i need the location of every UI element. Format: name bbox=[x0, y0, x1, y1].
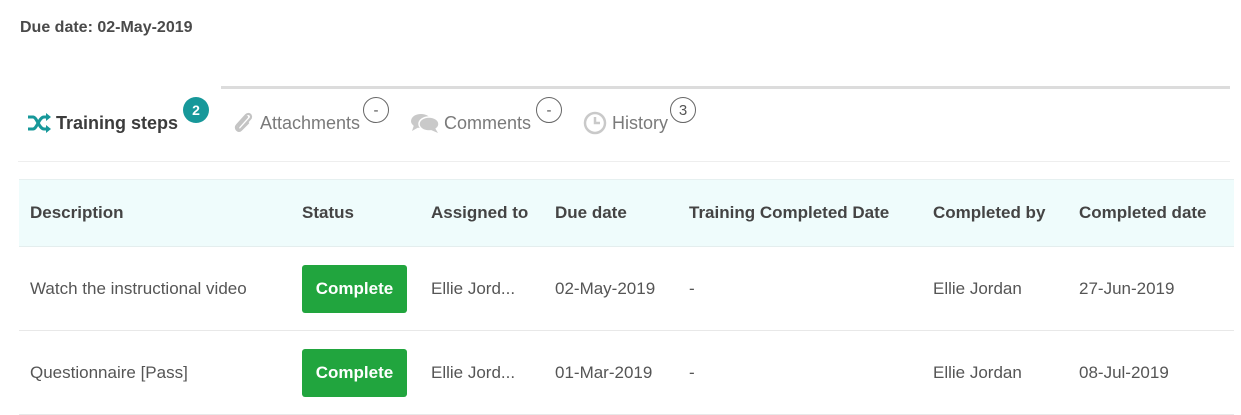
training-completed-date-cell: - bbox=[689, 278, 695, 298]
status-cell: Complete bbox=[302, 331, 407, 414]
tab-attachments[interactable]: Attachments bbox=[230, 111, 360, 135]
tab-bar: Training steps 2 Attachments - Comments … bbox=[18, 86, 1230, 162]
clock-icon bbox=[582, 111, 608, 135]
due-date-cell: 02-May-2019 bbox=[555, 278, 656, 298]
tab-history[interactable]: History bbox=[582, 111, 668, 135]
tab-label: Training steps bbox=[56, 112, 179, 133]
description-cell: Watch the instructional video bbox=[30, 278, 247, 298]
tab-count-badge: 2 bbox=[183, 97, 209, 123]
completed-date-cell: 08-Jul-2019 bbox=[1079, 362, 1169, 382]
tab-label: History bbox=[612, 112, 669, 133]
tab-label: Attachments bbox=[260, 112, 361, 133]
column-header-status[interactable]: Status bbox=[302, 180, 354, 246]
table-header: Description Status Assigned to Due date … bbox=[19, 179, 1234, 247]
status-complete-badge[interactable]: Complete bbox=[302, 348, 407, 397]
table-row[interactable]: Watch the instructional video Complete E… bbox=[19, 247, 1234, 331]
paperclip-icon bbox=[230, 111, 256, 135]
due-date-cell: 01-Mar-2019 bbox=[555, 362, 653, 382]
tab-comments[interactable]: Comments bbox=[410, 111, 531, 135]
status-cell: Complete bbox=[302, 247, 407, 330]
column-header-assigned-to[interactable]: Assigned to bbox=[431, 180, 528, 246]
tab-training-steps[interactable]: Training steps bbox=[26, 111, 178, 135]
tab-label: Comments bbox=[444, 112, 532, 133]
tab-count-badge: - bbox=[536, 97, 562, 123]
completed-by-cell: Ellie Jordan bbox=[933, 362, 1022, 382]
column-header-completed-by[interactable]: Completed by bbox=[933, 180, 1045, 246]
table-row[interactable]: Questionnaire [Pass] Complete Ellie Jord… bbox=[19, 331, 1234, 415]
status-complete-badge[interactable]: Complete bbox=[302, 264, 407, 313]
tab-count-badge: - bbox=[363, 97, 389, 123]
due-date-label: Due date: 02-May-2019 bbox=[20, 19, 193, 36]
completed-date-cell: 27-Jun-2019 bbox=[1079, 278, 1175, 298]
training-completed-date-cell: - bbox=[689, 362, 695, 382]
assigned-to-cell: Ellie Jord... bbox=[431, 278, 516, 298]
column-header-training-completed-date[interactable]: Training Completed Date bbox=[689, 180, 889, 246]
column-header-description[interactable]: Description bbox=[30, 180, 124, 246]
description-cell: Questionnaire [Pass] bbox=[30, 362, 188, 382]
active-tab-indicator bbox=[18, 86, 221, 89]
assigned-to-cell: Ellie Jord... bbox=[431, 362, 516, 382]
training-steps-table: Description Status Assigned to Due date … bbox=[19, 179, 1234, 415]
shuffle-icon bbox=[26, 111, 52, 135]
completed-by-cell: Ellie Jordan bbox=[933, 278, 1022, 298]
comment-icon bbox=[410, 111, 440, 135]
tab-count-badge: 3 bbox=[670, 97, 696, 123]
column-header-due-date[interactable]: Due date bbox=[555, 180, 627, 246]
column-header-completed-date[interactable]: Completed date bbox=[1079, 180, 1207, 246]
